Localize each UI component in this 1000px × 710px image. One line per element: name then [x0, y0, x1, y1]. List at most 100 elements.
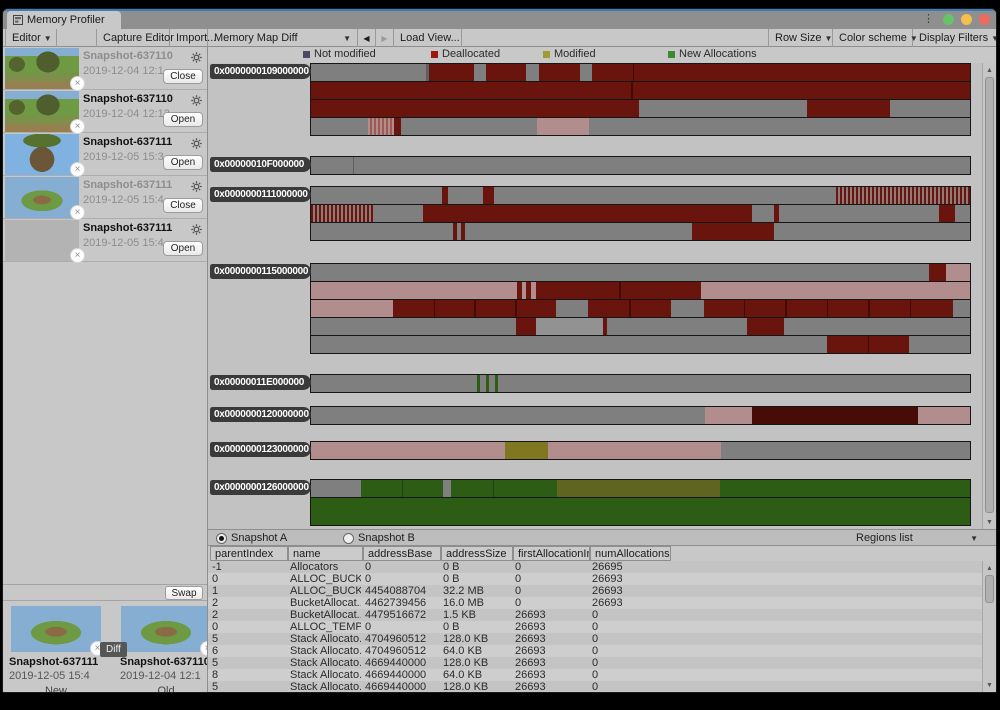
memory-region-segment[interactable] [486, 64, 526, 81]
memory-region-segment[interactable] [779, 205, 939, 222]
table-row[interactable]: 6Stack Allocato...470496051264.0 KB26693… [208, 645, 982, 657]
editor-dropdown[interactable]: Editor▼ [5, 29, 57, 47]
diff-new-thumbnail[interactable]: × [11, 606, 101, 652]
scroll-down-icon[interactable]: ▼ [983, 516, 996, 528]
memory-region-segment[interactable] [516, 318, 536, 335]
regions-table[interactable]: -1Allocators00 B0266950ALLOC_BUCKET00 B0… [208, 561, 982, 692]
memory-region-segment[interactable] [311, 480, 361, 497]
memory-map-line[interactable] [310, 263, 971, 282]
memory-region-segment[interactable] [483, 187, 494, 204]
history-back-button[interactable]: ◀ [358, 29, 376, 47]
memory-region-segment[interactable] [870, 300, 910, 317]
memory-map-line[interactable] [310, 81, 971, 100]
memory-region-segment[interactable] [588, 300, 629, 317]
display-filters-dropdown[interactable]: Display Filters▼ [913, 29, 997, 47]
gear-icon[interactable] [191, 224, 202, 235]
scrollbar-thumb[interactable] [985, 77, 994, 513]
gear-icon[interactable] [191, 181, 202, 192]
tab-memory-profiler[interactable]: Memory Profiler [7, 11, 121, 29]
memory-map-line[interactable] [310, 281, 971, 300]
memory-region-segment[interactable] [311, 187, 442, 204]
memory-region-segment[interactable] [589, 118, 970, 135]
memory-region-segment[interactable] [393, 300, 433, 317]
close-icon[interactable]: × [70, 205, 85, 220]
memory-region-segment[interactable] [946, 264, 970, 281]
snapshot-close-button[interactable]: Close [163, 198, 203, 213]
memory-region-segment[interactable] [701, 282, 970, 299]
memory-region-segment[interactable] [311, 157, 353, 174]
memory-region-segment[interactable] [548, 442, 721, 459]
table-row[interactable]: 2BucketAllocat...44795166721.5 KB266930 [208, 609, 982, 621]
memory-region-segment[interactable] [621, 282, 701, 299]
memory-region-segment[interactable] [704, 300, 744, 317]
memory-map-line[interactable] [310, 374, 971, 393]
snapshot-open-button[interactable]: Open [163, 112, 203, 127]
memory-region-segment[interactable] [311, 118, 368, 135]
window-menu-icon[interactable]: ⋮ [923, 14, 934, 25]
memory-region-segment[interactable] [671, 300, 704, 317]
snapshot-thumbnail[interactable]: × [5, 220, 79, 261]
table-row[interactable]: 5Stack Allocato...4669440000128.0 KB2669… [208, 657, 982, 669]
table-scrollbar[interactable]: ▲ ▼ [982, 561, 996, 692]
memory-map-scrollbar[interactable]: ▲ ▼ [982, 63, 996, 529]
memory-region-segment[interactable] [939, 205, 955, 222]
capture-editor-button[interactable]: Capture Editor [97, 29, 170, 47]
memory-region-segment[interactable] [401, 118, 537, 135]
memory-region-segment[interactable] [311, 205, 374, 222]
memory-region-segment[interactable] [498, 375, 970, 392]
gear-icon[interactable] [191, 138, 202, 149]
memory-region-segment[interactable] [784, 318, 970, 335]
traffic-light-red[interactable] [979, 14, 990, 25]
row-size-dropdown[interactable]: Row Size▼ [768, 29, 833, 47]
memory-map-line[interactable] [310, 335, 971, 354]
snapshot-close-button[interactable]: Close [163, 69, 203, 84]
scroll-up-icon[interactable]: ▲ [983, 562, 996, 574]
memory-map-line[interactable] [310, 156, 971, 175]
snapshot-thumbnail[interactable]: × [5, 48, 79, 89]
memory-region-segment[interactable] [311, 223, 453, 240]
memory-region-segment[interactable] [443, 480, 451, 497]
import-button[interactable]: Import... [170, 29, 208, 47]
table-row[interactable]: -1Allocators00 B026695 [208, 561, 982, 573]
gear-icon[interactable] [191, 52, 202, 63]
memory-region-segment[interactable] [774, 223, 970, 240]
memory-region-segment[interactable] [505, 442, 548, 459]
memory-region-segment[interactable] [311, 375, 477, 392]
view-mode-dropdown[interactable]: Memory Map Diff▼ [208, 29, 358, 47]
memory-region-segment[interactable] [526, 64, 539, 81]
memory-region-segment[interactable] [311, 336, 827, 353]
diff-badge[interactable]: Diff [100, 642, 127, 657]
table-row[interactable]: 8Stack Allocato...466944000064.0 KB26693… [208, 669, 982, 681]
snapshot-a-radio[interactable]: Snapshot A [216, 532, 287, 544]
snapshot-entry[interactable]: ×Snapshot-6371112019-12-05 15:4Open [3, 219, 207, 262]
memory-region-segment[interactable] [633, 82, 970, 99]
memory-region-segment[interactable] [311, 264, 929, 281]
memory-region-segment[interactable] [361, 480, 402, 497]
memory-region-segment[interactable] [494, 187, 836, 204]
memory-region-segment[interactable] [918, 407, 970, 424]
snapshot-entry[interactable]: ×Snapshot-6371112019-12-05 15:4Close [3, 176, 207, 219]
scrollbar-thumb[interactable] [985, 575, 994, 603]
snapshot-thumbnail[interactable]: × [5, 134, 79, 175]
memory-region-segment[interactable] [423, 205, 752, 222]
memory-region-segment[interactable] [911, 300, 953, 317]
memory-map-line[interactable] [310, 497, 971, 526]
memory-region-segment[interactable] [752, 407, 918, 424]
regions-list-dropdown[interactable]: Regions list ▼ [852, 531, 982, 545]
memory-region-segment[interactable] [828, 300, 868, 317]
load-view-button[interactable]: Load View... [394, 29, 462, 47]
memory-region-segment[interactable] [465, 223, 692, 240]
table-row[interactable]: 0ALLOC_BUCKET00 B026693 [208, 573, 982, 585]
scroll-up-icon[interactable]: ▲ [983, 64, 996, 76]
memory-region-segment[interactable] [592, 64, 632, 81]
snapshot-entry[interactable]: ×Snapshot-6371112019-12-05 15:3Open [3, 133, 207, 176]
memory-region-segment[interactable] [394, 118, 401, 135]
snapshot-thumbnail[interactable]: × [5, 91, 79, 132]
memory-region-segment[interactable] [537, 118, 589, 135]
memory-map-line[interactable] [310, 406, 971, 425]
memory-region-segment[interactable] [311, 300, 393, 317]
memory-region-segment[interactable] [311, 318, 516, 335]
memory-region-segment[interactable] [607, 318, 747, 335]
memory-region-segment[interactable] [557, 480, 720, 497]
table-row[interactable]: 5Stack Allocato...4704960512128.0 KB2669… [208, 633, 982, 645]
